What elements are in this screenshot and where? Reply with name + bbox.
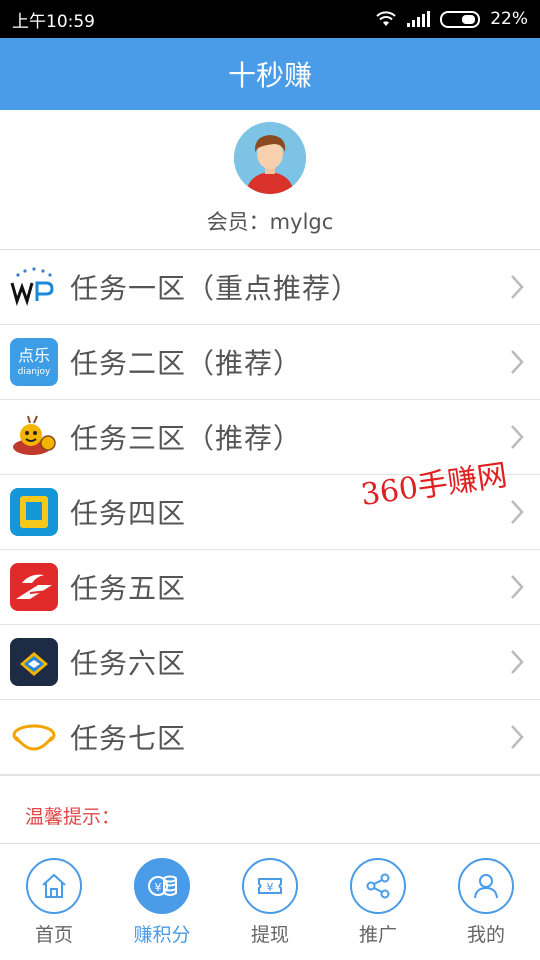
status-time: 上午10:59 (12, 11, 95, 32)
task-row-6[interactable]: 任务六区 (0, 625, 540, 700)
tab-withdraw[interactable]: ¥ 提现 (216, 844, 324, 960)
user-icon (458, 858, 514, 914)
tab-label: 首页 (34, 924, 73, 946)
task-row-2[interactable]: 点乐 dianjoy 任务二区（推荐） (0, 325, 540, 400)
tab-earn-points[interactable]: ¥ 赚积分 (108, 844, 216, 960)
tab-mine[interactable]: 我的 (432, 844, 540, 960)
task-label: 任务七区 (70, 722, 187, 755)
status-bar: 上午10:59 22% (0, 0, 540, 38)
bottom-tab-bar: 首页 ¥ 赚积分 ¥ 提现 推广 我的 (0, 843, 540, 960)
chevron-right-icon (511, 650, 524, 674)
app-header: 十秒赚 (0, 38, 540, 110)
tab-label: 我的 (466, 924, 505, 946)
task-label: 任务四区 (70, 497, 187, 530)
avatar-person-icon (234, 122, 306, 194)
coins-icon: ¥ (134, 858, 190, 914)
wifi-icon (376, 11, 396, 26)
profile-section: 会员：mylgc (0, 110, 540, 250)
chevron-right-icon (511, 500, 524, 524)
red-wing-logo-icon (10, 563, 58, 611)
task-label: 任务六区 (70, 647, 187, 680)
chevron-right-icon (511, 575, 524, 599)
chevron-right-icon (511, 725, 524, 749)
chevron-right-icon (511, 425, 524, 449)
page-title: 十秒赚 (227, 59, 312, 92)
chevron-right-icon (511, 350, 524, 374)
chevron-right-icon (511, 275, 524, 299)
tab-home[interactable]: 首页 (0, 844, 108, 960)
ticket-yen-icon: ¥ (242, 858, 298, 914)
task-row-1[interactable]: 任务一区（重点推荐） (0, 250, 540, 325)
battery-percent: 22% (490, 9, 528, 29)
tab-label: 提现 (250, 924, 289, 946)
svg-text:¥: ¥ (155, 881, 162, 894)
share-icon (350, 858, 406, 914)
tab-promote[interactable]: 推广 (324, 844, 432, 960)
tab-label: 赚积分 (133, 924, 191, 946)
dark-book-logo-icon (10, 638, 58, 686)
svg-text:¥: ¥ (267, 881, 274, 894)
tip-label: 温馨提示： (25, 806, 121, 828)
task-list: 任务一区（重点推荐） 点乐 dianjoy 任务二区（推荐） 任务三区（推荐） (0, 250, 540, 775)
task-label: 任务一区（重点推荐） (70, 272, 361, 305)
tab-label: 推广 (358, 924, 397, 946)
home-icon (26, 858, 82, 914)
wp-logo-icon (10, 263, 58, 311)
task-label: 任务三区（推荐） (70, 422, 303, 455)
task-row-7[interactable]: 任务七区 (0, 700, 540, 775)
signal-icon (407, 11, 431, 27)
avatar[interactable] (234, 122, 306, 194)
task-label: 任务二区（推荐） (70, 347, 303, 380)
member-name: 会员：mylgc (206, 210, 334, 234)
task-row-5[interactable]: 任务五区 (0, 550, 540, 625)
mascot-logo-icon (10, 413, 58, 461)
task-label: 任务五区 (70, 572, 187, 605)
dianjoy-logo-icon: 点乐 dianjoy (10, 338, 58, 386)
bowl-logo-icon (10, 713, 58, 761)
status-indicators: 22% (375, 9, 528, 29)
battery-icon (440, 10, 481, 28)
tip-section: 温馨提示： (0, 775, 540, 843)
blue-square-logo-icon (10, 488, 58, 536)
